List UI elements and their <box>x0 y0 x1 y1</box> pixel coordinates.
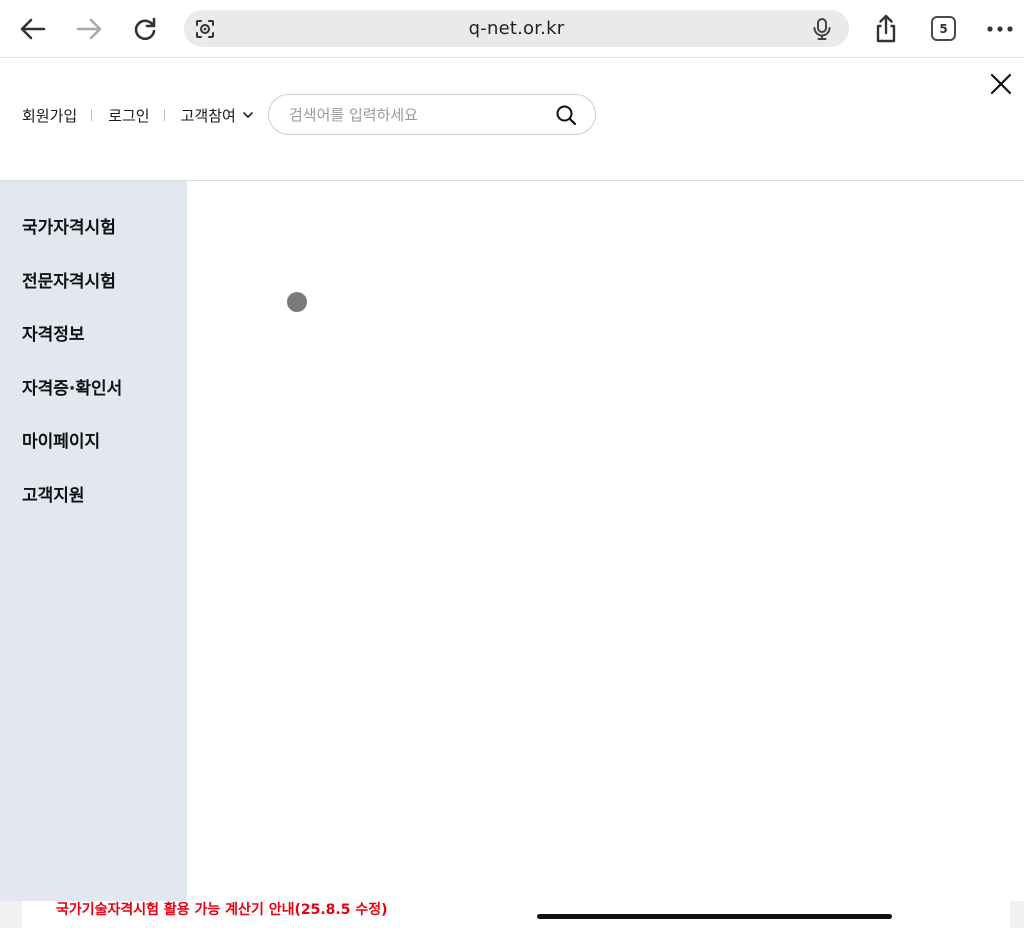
signup-link[interactable]: 회원가입 <box>22 105 77 126</box>
calculator-notice-link[interactable]: 국가기술자격시험 활용 가능 계산기 안내(25.8.5 수정) <box>56 899 388 919</box>
chevron-down-icon <box>243 112 253 118</box>
side-menu: 국가자격시험 전문자격시험 자격정보 자격증·확인서 마이페이지 고객지원 <box>0 181 187 901</box>
search-input[interactable] <box>289 104 549 126</box>
customer-participation-label: 고객참여 <box>180 106 236 125</box>
reload-icon[interactable] <box>128 12 162 46</box>
browser-toolbar: q-net.or.kr 5 <box>0 0 1024 58</box>
utility-links: 회원가입 로그인 고객참여 <box>22 103 254 127</box>
customer-participation-dropdown[interactable]: 고객참여 <box>181 105 254 126</box>
menu-item-customer-support[interactable]: 고객지원 <box>22 481 85 506</box>
search-box <box>268 94 596 135</box>
tabs-icon[interactable]: 5 <box>931 16 956 41</box>
menu-item-certificate[interactable]: 자격증·확인서 <box>22 374 122 399</box>
menu-item-professional-exam[interactable]: 전문자격시험 <box>22 267 116 292</box>
menu-item-mypage[interactable]: 마이페이지 <box>22 427 100 452</box>
login-link[interactable]: 로그인 <box>108 105 149 126</box>
url-text: q-net.or.kr <box>468 18 565 39</box>
menu-item-qualification-info[interactable]: 자격정보 <box>22 320 85 345</box>
address-bar[interactable]: q-net.or.kr <box>184 10 849 47</box>
forward-arrow-icon[interactable] <box>72 12 106 46</box>
more-icon[interactable] <box>983 12 1017 46</box>
loading-indicator <box>287 292 307 312</box>
close-menu-icon[interactable] <box>988 71 1014 97</box>
share-icon[interactable] <box>869 12 903 46</box>
microphone-icon[interactable] <box>811 17 833 41</box>
home-indicator <box>537 914 892 919</box>
menu-item-national-exam[interactable]: 국가자격시험 <box>22 213 116 238</box>
search-icon[interactable] <box>555 104 577 126</box>
divider <box>91 109 93 121</box>
divider <box>163 109 165 121</box>
back-arrow-icon[interactable] <box>16 12 50 46</box>
